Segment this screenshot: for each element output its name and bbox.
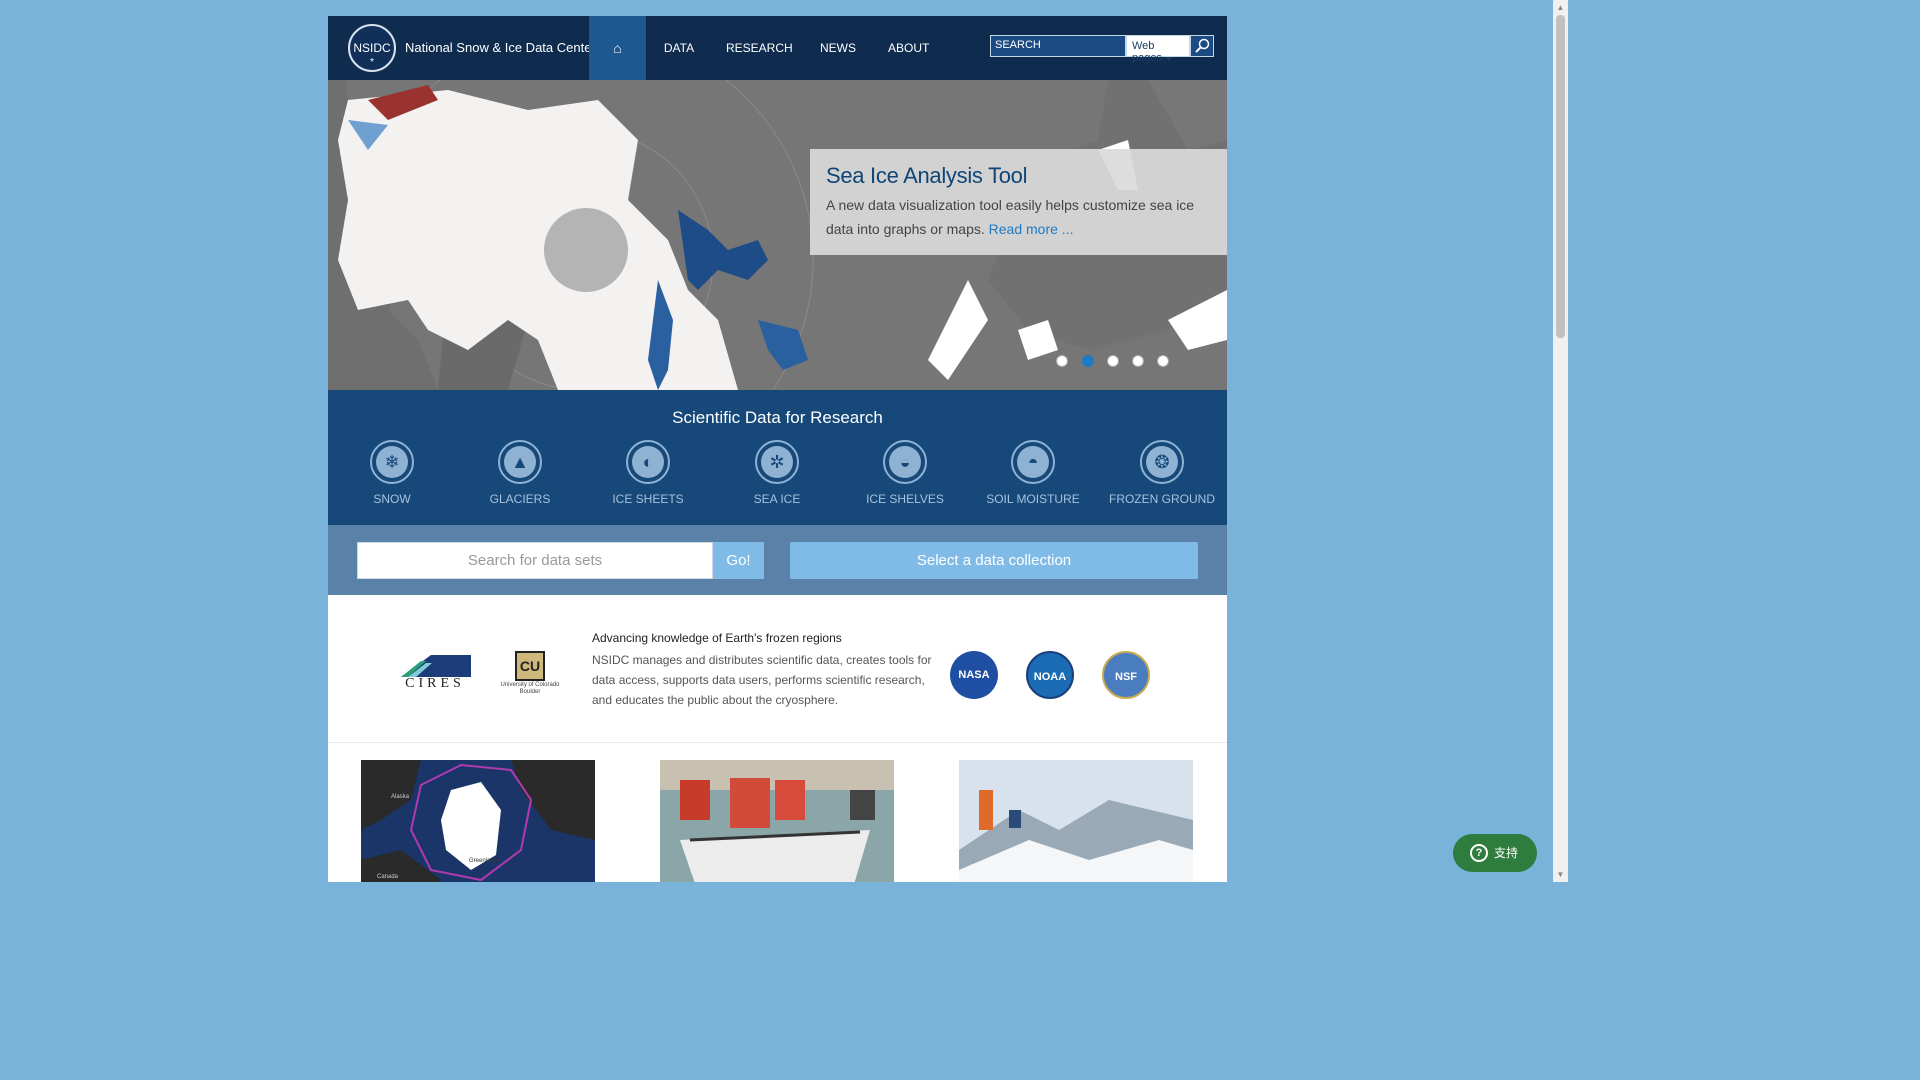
category-label: SOIL MOISTURE [986,492,1080,506]
dataset-search-go-button[interactable]: Go! [713,542,764,579]
about-text: NSIDC manages and distributes scientific… [592,653,932,707]
ice-sheet-icon: ◐ [626,440,670,484]
category-label: GLACIERS [489,492,551,506]
search-scope-select[interactable]: Web pages [1126,35,1190,64]
cu-mark: CU [515,651,545,681]
scroll-down-icon[interactable]: ▼ [1553,867,1568,882]
magnifier-icon [1195,38,1210,53]
map-label: Greenland [469,858,498,864]
about-heading: Advancing knowledge of Earth's frozen re… [592,631,842,645]
carousel-dot-5[interactable] [1157,355,1169,367]
carousel-dot-4[interactable] [1132,355,1144,367]
carousel-dot-2-active[interactable] [1082,355,1094,367]
support-label: 支持 [1494,846,1519,860]
dataset-search-input[interactable]: Search for data sets [357,542,713,579]
map-label: Alaska [391,794,410,800]
carousel-dot-3[interactable] [1107,355,1119,367]
nav-data[interactable]: DATA [658,16,700,80]
category-label: ICE SHEETS [612,492,684,506]
logo-text: NSIDC [353,41,391,55]
cu-wordmark: University of Colorado Boulder [500,682,560,695]
about-band: CIRES CU University of Colorado Boulder … [328,595,1227,743]
scientific-data-band: Scientific Data for Research ❄ SNOW ▲ GL… [328,390,1227,525]
scroll-thumb[interactable] [1556,15,1565,338]
dataset-search-band: Search for data sets Go! Select a data c… [328,525,1227,595]
search-button[interactable] [1190,35,1214,57]
nasa-logo[interactable]: NASA [950,651,998,699]
category-sea-ice[interactable]: ✲ SEA ICE [713,440,841,506]
chevron-down-icon [1166,57,1173,61]
scientific-data-title: Scientific Data for Research [672,408,883,427]
nav-news[interactable]: NEWS [819,16,857,80]
nav-about[interactable]: ABOUT [888,16,929,80]
frozen-ground-icon: ❂ [1140,440,1184,484]
nsf-logo[interactable]: NSF [1102,651,1150,699]
feature-sea-ice-map-image[interactable]: Alaska Greenland Canada [361,760,595,882]
site-search-input[interactable]: SEARCH [990,35,1126,57]
researchers-boat-photo [660,760,894,882]
logo-star-icon: * [370,57,374,68]
soil-moisture-icon: ◓ [1011,440,1055,484]
feature-boat-photo[interactable] [660,760,894,882]
category-snow[interactable]: ❄ SNOW [328,440,456,506]
nav-home-icon[interactable]: ⌂ [589,16,646,80]
sea-ice-icon: ✲ [755,440,799,484]
hero-caption: Sea Ice Analysis Tool A new data visuali… [810,149,1227,255]
category-ice-shelves[interactable]: ◒ ICE SHELVES [841,440,969,506]
mountain-skiers-photo [959,760,1193,882]
support-button[interactable]: ? 支持 [1453,834,1537,872]
carousel-dot-1[interactable] [1056,355,1068,367]
category-label: FROZEN GROUND [1109,492,1215,506]
cu-boulder-logo[interactable]: CU University of Colorado Boulder [500,651,560,695]
category-label: SNOW [373,492,411,506]
category-soil-moisture[interactable]: ◓ SOIL MOISTURE [969,440,1097,506]
nav-research[interactable]: RESEARCH [726,16,793,80]
category-glaciers[interactable]: ▲ GLACIERS [456,440,584,506]
cires-logo[interactable]: CIRES [396,651,474,691]
search-scope-label: Web pages [1132,40,1162,64]
cires-wordmark: CIRES [405,676,465,691]
site-header: NSIDC * National Snow & Ice Data Center … [328,16,1227,80]
category-frozen-ground[interactable]: ❂ FROZEN GROUND [1098,440,1226,506]
help-circle-icon: ? [1470,844,1488,862]
hero-title[interactable]: Sea Ice Analysis Tool [826,163,1211,189]
snowflake-icon: ❄ [370,440,414,484]
nsidc-logo[interactable]: NSIDC * [348,24,396,72]
read-more-link[interactable]: Read more ... [989,221,1074,237]
category-ice-sheets[interactable]: ◐ ICE SHEETS [584,440,712,506]
site-title[interactable]: National Snow & Ice Data Center [405,40,596,55]
select-data-collection-button[interactable]: Select a data collection [790,542,1198,579]
ice-shelf-icon: ◒ [883,440,927,484]
hero-carousel[interactable]: Sea Ice Analysis Tool A new data visuali… [328,80,1227,390]
map-label: Canada [377,874,399,880]
category-label: ICE SHELVES [866,492,944,506]
page-container: NSIDC * National Snow & Ice Data Center … [328,16,1227,882]
noaa-logo[interactable]: NOAA [1026,651,1074,699]
category-label: SEA ICE [753,492,801,506]
page-scrollbar[interactable]: ▲ ▼ [1553,0,1568,882]
glacier-icon: ▲ [498,440,542,484]
feature-mountain-photo[interactable] [959,760,1193,882]
scroll-up-icon[interactable]: ▲ [1553,0,1568,15]
hero-description: A new data visualization tool easily hel… [826,193,1211,241]
